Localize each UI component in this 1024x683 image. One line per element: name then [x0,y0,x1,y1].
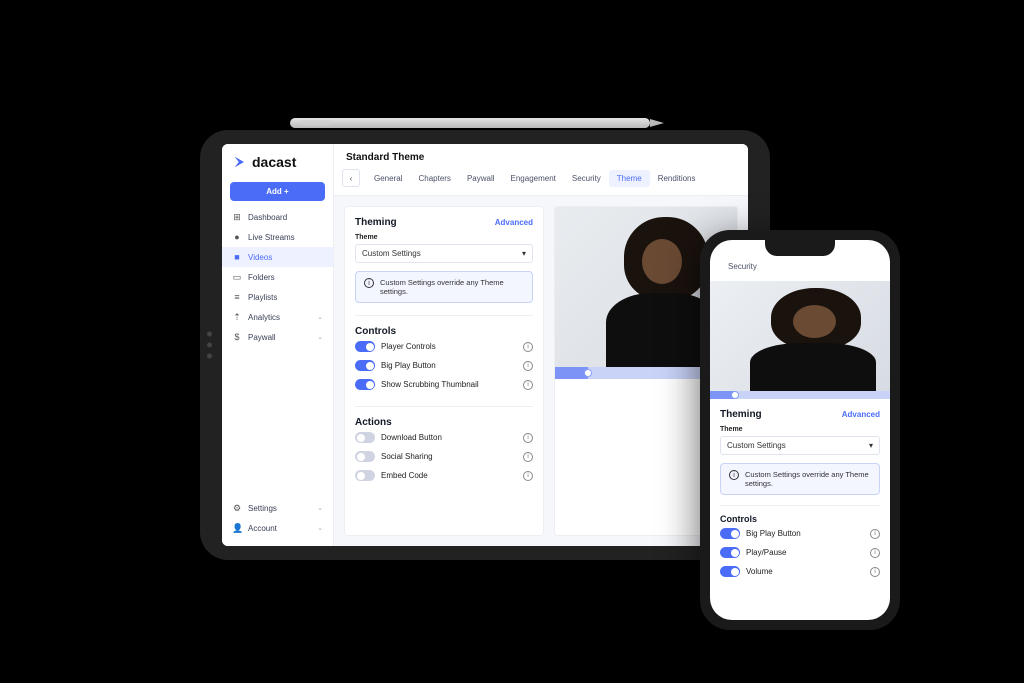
analytics-icon: ⇡ [232,312,242,322]
sidebar-item-dashboard[interactable]: ⊞Dashboard [222,207,333,227]
phone-video-preview[interactable] [710,281,890,391]
sidebar-item-settings[interactable]: ⚙Settings⌄ [222,498,333,518]
info-icon[interactable]: i [523,342,533,352]
phone-advanced-link[interactable]: Advanced [842,410,880,419]
phone-override-notice: i Custom Settings override any Theme set… [720,463,880,495]
phone-theming-heading: Theming [720,409,762,420]
tab-general[interactable]: General [366,170,410,187]
sidebar-item-playlists[interactable]: ≡Playlists [222,287,333,307]
page-title: Standard Theme [334,144,748,169]
override-notice: i Custom Settings override any Theme set… [355,271,533,303]
toggle-big-play-button[interactable] [355,360,375,371]
info-icon[interactable]: i [523,433,533,443]
theme-select[interactable]: Custom Settings ▾ [355,244,533,263]
sidebar-item-analytics[interactable]: ⇡Analytics⌄ [222,307,333,327]
phone-device: Security Theming Advanced Theme Custom S… [700,230,900,630]
phone-tab-security[interactable]: Security [720,258,765,275]
sidebar-item-account[interactable]: 👤Account⌄ [222,518,333,538]
brand-logo: dacast [222,144,333,176]
info-icon[interactable]: i [870,567,880,577]
tab-bar: ‹ General Chapters Paywall Engagement Se… [334,169,748,196]
theme-field-label: Theme [355,234,533,241]
paywall-icon: $ [232,332,242,342]
playlists-icon: ≡ [232,292,242,302]
chevron-down-icon: ⌄ [317,333,323,341]
chevron-down-icon: ▾ [522,249,526,258]
live-icon: ● [232,232,242,242]
stylus [290,118,650,128]
dashboard-icon: ⊞ [232,212,242,222]
sidebar-item-videos[interactable]: ■Videos [222,247,333,267]
actions-heading: Actions [355,417,533,428]
tab-chapters[interactable]: Chapters [410,170,458,187]
phone-theme-select[interactable]: Custom Settings ▾ [720,436,880,455]
phone-controls-heading: Controls [720,514,880,524]
toggle-embed-code[interactable] [355,470,375,481]
advanced-link[interactable]: Advanced [495,218,533,227]
info-icon[interactable]: i [870,548,880,558]
info-icon[interactable]: i [523,471,533,481]
phone-toggle-play-pause[interactable] [720,547,740,558]
main-panel: Standard Theme ‹ General Chapters Paywal… [334,144,748,546]
toggle-social-sharing[interactable] [355,451,375,462]
chevron-down-icon: ⌄ [317,524,323,532]
toggle-scrubbing-thumbnail[interactable] [355,379,375,390]
phone-progress-bar[interactable] [710,391,890,399]
controls-heading: Controls [355,326,533,337]
phone-toggle-big-play[interactable] [720,528,740,539]
gear-icon: ⚙ [232,503,242,513]
theming-heading: Theming [355,217,397,228]
settings-panel: Theming Advanced Theme Custom Settings ▾… [344,206,544,536]
info-icon: i [729,470,739,480]
toggle-player-controls[interactable] [355,341,375,352]
tab-renditions[interactable]: Renditions [650,170,704,187]
toggle-download-button[interactable] [355,432,375,443]
sidebar: dacast Add + ⊞Dashboard ●Live Streams ■V… [222,144,334,546]
chevron-down-icon: ⌄ [317,504,323,512]
tab-engagement[interactable]: Engagement [503,170,564,187]
sidebar-item-folders[interactable]: ▭Folders [222,267,333,287]
info-icon[interactable]: i [523,380,533,390]
phone-theme-field-label: Theme [720,426,880,433]
info-icon[interactable]: i [523,361,533,371]
videos-icon: ■ [232,252,242,262]
tab-security[interactable]: Security [564,170,609,187]
info-icon[interactable]: i [523,452,533,462]
chevron-down-icon: ▾ [869,441,873,450]
tab-theme[interactable]: Theme [609,170,650,187]
back-button[interactable]: ‹ [342,169,360,187]
folders-icon: ▭ [232,272,242,282]
info-icon: i [364,278,374,288]
user-icon: 👤 [232,523,242,533]
sidebar-item-paywall[interactable]: $Paywall⌄ [222,327,333,347]
brand-name: dacast [252,154,296,170]
info-icon[interactable]: i [870,529,880,539]
tab-paywall[interactable]: Paywall [459,170,503,187]
tablet-device: dacast Add + ⊞Dashboard ●Live Streams ■V… [200,130,770,560]
phone-toggle-volume[interactable] [720,566,740,577]
chevron-down-icon: ⌄ [317,313,323,321]
add-button[interactable]: Add + [230,182,325,201]
sidebar-item-live-streams[interactable]: ●Live Streams [222,227,333,247]
